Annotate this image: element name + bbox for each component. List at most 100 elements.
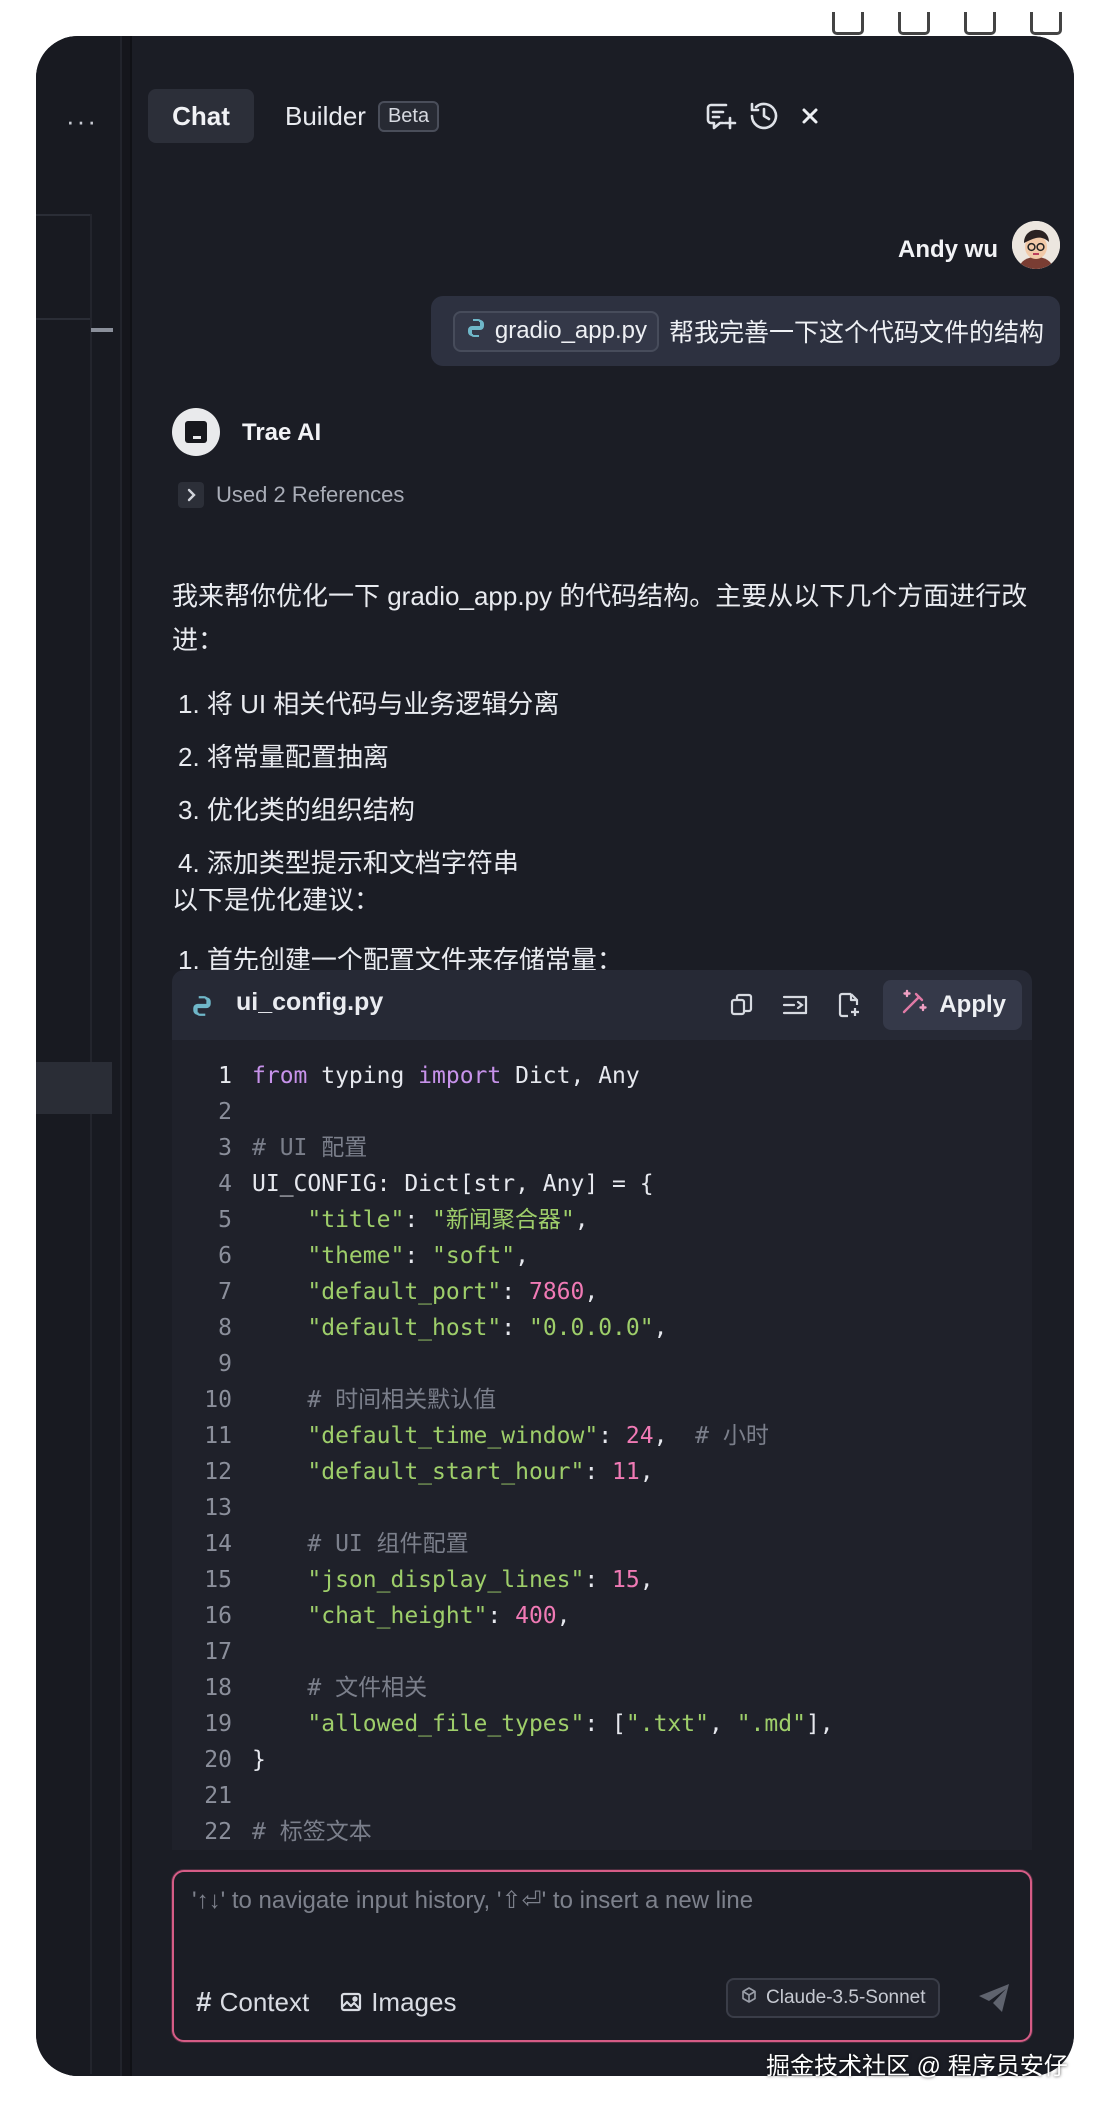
code-token: "json_display_lines" [307,1567,585,1593]
window-icon [832,12,864,35]
user-avatar [1012,221,1060,269]
code-token: "allowed_file_types" [307,1711,585,1737]
images-button[interactable]: Images [339,1986,456,2018]
code-token: ], [805,1711,834,1737]
code-line: 6 "theme": "soft", [172,1238,1032,1274]
code-token: # 标签文本 [252,1819,372,1845]
code-token: "title" [307,1207,405,1233]
code-token: : [501,1315,529,1341]
close-icon[interactable] [792,98,828,134]
chat-input-box[interactable]: '↑↓' to navigate input history, '⇧⏎' to … [172,1870,1032,2042]
line-number: 16 [204,1603,232,1629]
copy-icon[interactable] [721,981,761,1029]
history-icon[interactable] [746,98,782,134]
chat-input-placeholder: '↑↓' to navigate input history, '⇧⏎' to … [192,1887,754,1914]
divider [36,214,90,216]
new-file-icon[interactable] [829,981,869,1029]
code-line: 15 "json_display_lines": 15, [172,1562,1032,1598]
code-line: 17 [172,1634,1032,1670]
model-selector[interactable]: Claude-3.5-Sonnet [726,1978,940,2018]
file-reference-chip[interactable]: gradio_app.py [452,310,659,352]
code-token: "chat_height" [307,1603,488,1629]
selected-row[interactable] [36,1062,112,1114]
code-token: "新闻聚合器" [432,1207,575,1233]
tab-builder[interactable]: Builder Beta [285,89,440,143]
code-editor: 1 from typing import Dict, Any 2 3 # UI 配置 4 U… [172,1058,1032,1850]
chat-panel: Chat Builder Beta Andy wu gradio_app.py … [132,36,1074,2076]
line-number: 11 [204,1423,232,1449]
code-line: 10 # 时间相关默认值 [172,1382,1032,1418]
line-number: 18 [204,1675,232,1701]
code-block-header: ui_config.py Apply [172,970,1032,1040]
user-message-bubble: gradio_app.py 帮我完善一下这个代码文件的结构 [430,296,1060,366]
line-number: 8 [218,1315,232,1341]
code-token: # UI 组件配置 [307,1531,469,1557]
code-token: "theme" [307,1243,405,1269]
tab-chat[interactable]: Chat [148,89,254,143]
code-token: : [487,1603,516,1629]
send-icon[interactable] [976,1982,1012,2019]
code-token: "0.0.0.0" [528,1315,654,1341]
beta-badge: Beta [377,100,440,132]
tab-builder-label: Builder [285,100,366,131]
code-line: 9 [172,1346,1032,1382]
collapse-handle[interactable] [91,328,113,332]
code-line: 7 "default_port": 7860, [172,1274,1032,1310]
code-token: : [584,1567,613,1593]
line-number: 1 [218,1063,232,1089]
context-button[interactable]: # Context [196,1986,309,2018]
new-chat-icon[interactable] [702,98,738,134]
code-token: , [653,1423,696,1449]
code-token: 11 [612,1459,640,1485]
code-token: : [598,1423,626,1449]
code-token: , [515,1243,529,1269]
code-token: "default_port" [307,1279,502,1305]
code-line: 20} [172,1742,1032,1778]
references-label: Used 2 References [216,482,405,507]
code-line: 5 "title": "新闻聚合器", [172,1202,1032,1238]
divider [120,36,122,2076]
user-message-text: 帮我完善一下这个代码文件的结构 [668,319,1044,347]
insert-code-icon[interactable] [775,981,815,1029]
ai-name: Trae AI [242,419,322,446]
line-number: 5 [218,1207,232,1233]
more-options-icon[interactable]: ··· [66,106,98,137]
code-token: , [708,1711,737,1737]
code-line: 21 [172,1778,1032,1814]
image-icon [339,1990,363,2014]
apply-button[interactable]: Apply [883,980,1022,1030]
line-number: 15 [204,1567,232,1593]
code-line: 11 "default_time_window": 24, # 小时 [172,1418,1032,1454]
code-token: # UI 配置 [252,1135,368,1161]
suggestion-title: 以下是优化建议： [172,885,381,915]
python-file-icon [465,317,487,346]
references-toggle[interactable]: Used 2 References [178,482,404,508]
list-item: 2. 将常量配置抽离 [178,742,389,772]
code-token: : [ [584,1711,626,1737]
code-line: 16 "chat_height": 400, [172,1598,1032,1634]
code-line: 12 "default_start_hour": 11, [172,1454,1032,1490]
code-token: # 时间相关默认值 [307,1387,497,1413]
divider [130,36,132,2076]
line-number: 19 [204,1711,232,1737]
code-line: 2 [172,1094,1032,1130]
code-token: 24 [625,1423,654,1449]
python-file-icon [190,994,214,1023]
window-icon [964,12,996,35]
magic-wand-icon [899,987,929,1024]
code-token: "default_host" [307,1315,502,1341]
code-token: from [252,1063,308,1089]
code-line: 19 "allowed_file_types": [".txt", ".md"]… [172,1706,1032,1742]
apply-label: Apply [939,991,1006,1018]
user-name: Andy wu [898,236,998,263]
file-chip-label: gradio_app.py [494,317,647,344]
code-token: , [653,1315,668,1341]
code-token: , [639,1567,654,1593]
